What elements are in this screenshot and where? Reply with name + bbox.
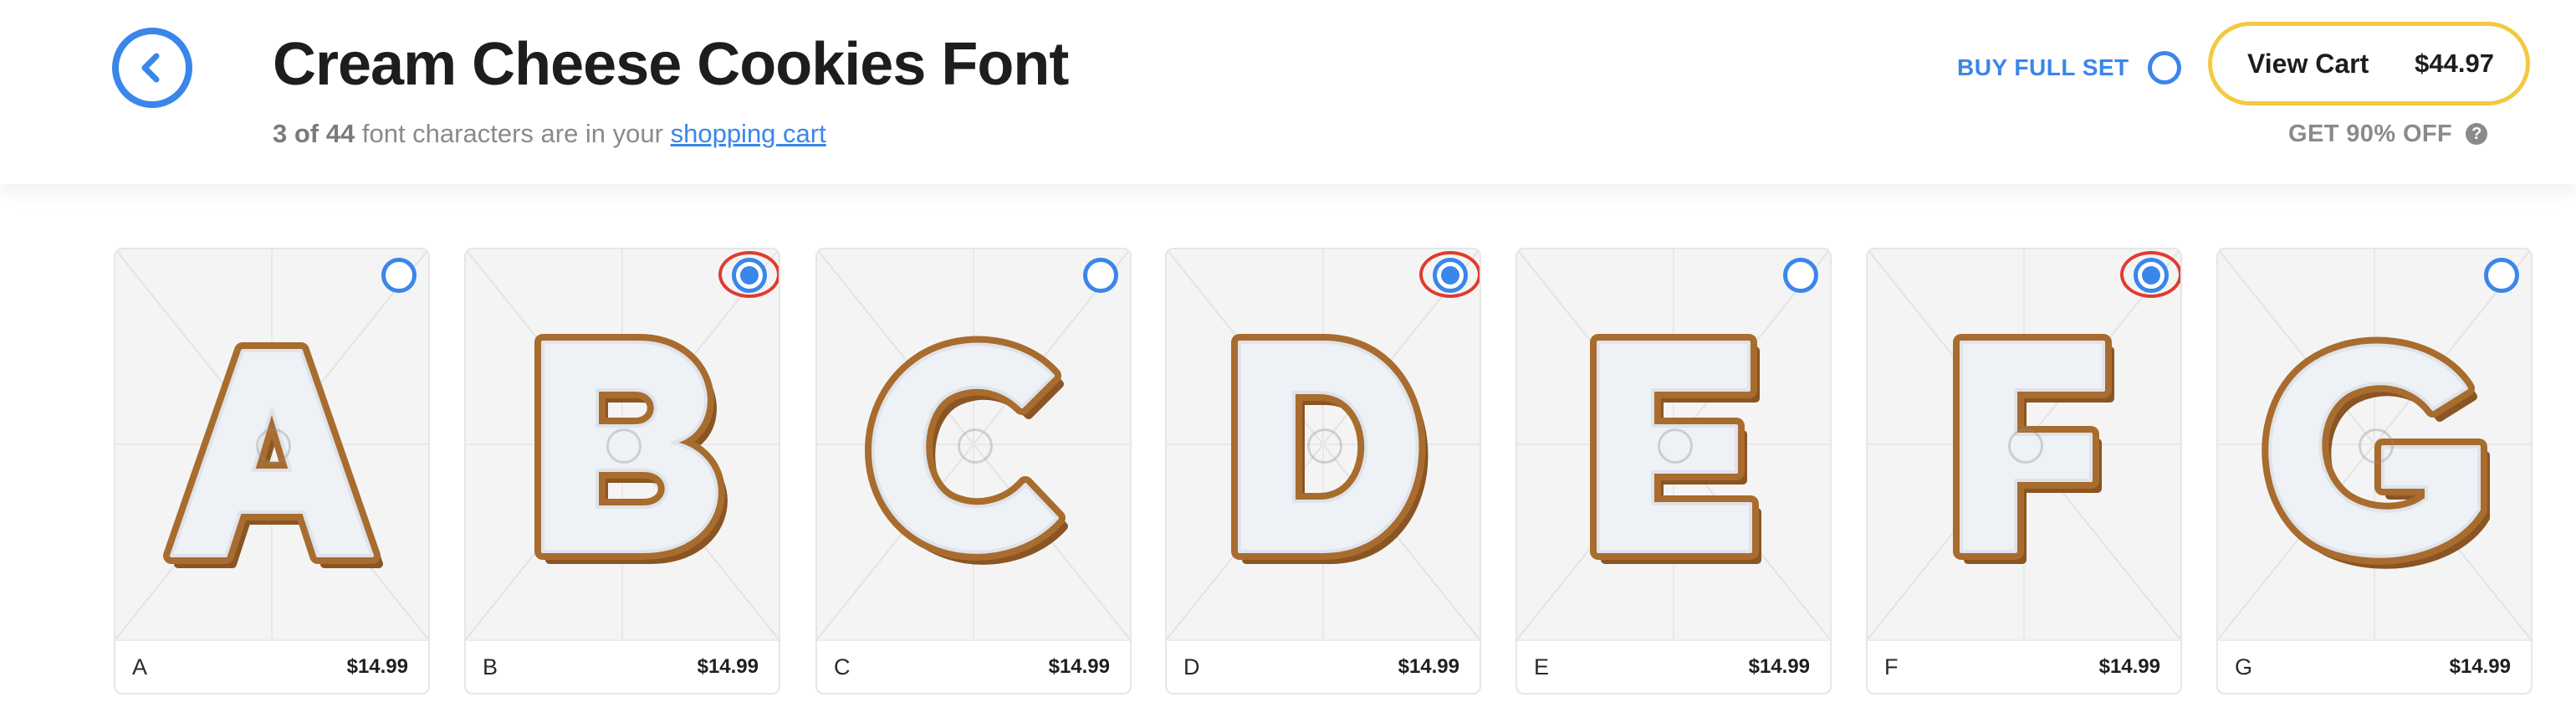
character-price: $14.99 xyxy=(2449,655,2511,678)
card-footer: C $14.99 xyxy=(817,639,1130,693)
view-cart-label: View Cart xyxy=(2247,48,2369,79)
character-price: $14.99 xyxy=(2098,655,2160,678)
select-radio[interactable] xyxy=(381,258,417,293)
card-footer: F $14.99 xyxy=(1868,639,2180,693)
question-circle-icon[interactable]: ? xyxy=(2466,123,2488,145)
character-name: G xyxy=(2235,654,2253,680)
character-card[interactable]: D $14.99 xyxy=(1165,248,1481,695)
character-card[interactable]: G $14.99 xyxy=(2216,248,2533,695)
cart-summary-text: font characters are in your xyxy=(361,119,663,148)
watermark-logo xyxy=(256,428,291,464)
view-cart-button[interactable]: View Cart $44.97 xyxy=(2208,22,2530,105)
select-radio[interactable] xyxy=(1083,258,1118,293)
buy-full-set-toggle[interactable]: BUY FULL SET xyxy=(1957,48,2181,88)
watermark-logo xyxy=(2359,428,2394,464)
select-radio[interactable] xyxy=(1783,258,1818,293)
watermark-logo xyxy=(958,428,993,464)
chevron-left-icon xyxy=(141,53,160,83)
watermark-logo xyxy=(1307,428,1342,464)
card-footer: B $14.99 xyxy=(466,639,779,693)
character-price: $14.99 xyxy=(1748,655,1810,678)
selection-highlight xyxy=(2120,251,2180,298)
cart-summary: 3 of 44 font characters are in your shop… xyxy=(273,119,826,149)
watermark-logo xyxy=(2008,428,2043,464)
character-price: $14.99 xyxy=(1048,655,1110,678)
character-name: B xyxy=(483,654,498,680)
character-thumbnail xyxy=(1868,249,2180,639)
page-header: Cream Cheese Cookies Font 3 of 44 font c… xyxy=(0,0,2576,184)
character-card[interactable]: E $14.99 xyxy=(1515,248,1832,695)
character-name: A xyxy=(132,654,148,680)
select-radio[interactable] xyxy=(2484,258,2519,293)
character-card[interactable]: C $14.99 xyxy=(815,248,1132,695)
card-footer: D $14.99 xyxy=(1167,639,1480,693)
buy-full-set-label: BUY FULL SET xyxy=(1957,54,2129,80)
character-card[interactable]: B $14.99 xyxy=(464,248,780,695)
character-thumbnail xyxy=(817,249,1130,639)
character-price: $14.99 xyxy=(346,655,408,678)
shopping-cart-link[interactable]: shopping cart xyxy=(671,119,826,148)
character-card[interactable]: A $14.99 xyxy=(114,248,430,695)
watermark-logo xyxy=(606,428,641,464)
character-thumbnail xyxy=(2218,249,2531,639)
character-name: E xyxy=(1534,654,1550,680)
discount-info[interactable]: GET 90% OFF ? xyxy=(2288,117,2488,151)
card-footer: G $14.99 xyxy=(2218,639,2531,693)
character-thumbnail xyxy=(466,249,779,639)
character-name: F xyxy=(1884,654,1899,680)
page-title: Cream Cheese Cookies Font xyxy=(273,31,1069,98)
cart-total: $44.97 xyxy=(2415,49,2494,78)
watermark-logo xyxy=(1658,428,1693,464)
character-thumbnail xyxy=(1517,249,1830,639)
back-button[interactable] xyxy=(112,28,192,108)
character-name: C xyxy=(834,654,851,680)
card-footer: A $14.99 xyxy=(115,639,428,693)
character-grid: A $14.99 B $14.99 C $14.99 D $14.99 E $1… xyxy=(0,248,2576,696)
character-thumbnail xyxy=(115,249,428,639)
selection-highlight xyxy=(718,251,779,298)
character-card[interactable]: F $14.99 xyxy=(1866,248,2182,695)
character-thumbnail xyxy=(1167,249,1480,639)
character-price: $14.99 xyxy=(1398,655,1459,678)
character-name: D xyxy=(1183,654,1200,680)
buy-full-set-radio[interactable] xyxy=(2147,51,2181,85)
character-price: $14.99 xyxy=(697,655,759,678)
discount-label: GET 90% OFF xyxy=(2288,120,2453,147)
card-footer: E $14.99 xyxy=(1517,639,1830,693)
cart-count: 3 of 44 xyxy=(273,119,355,148)
selection-highlight xyxy=(1419,251,1480,298)
